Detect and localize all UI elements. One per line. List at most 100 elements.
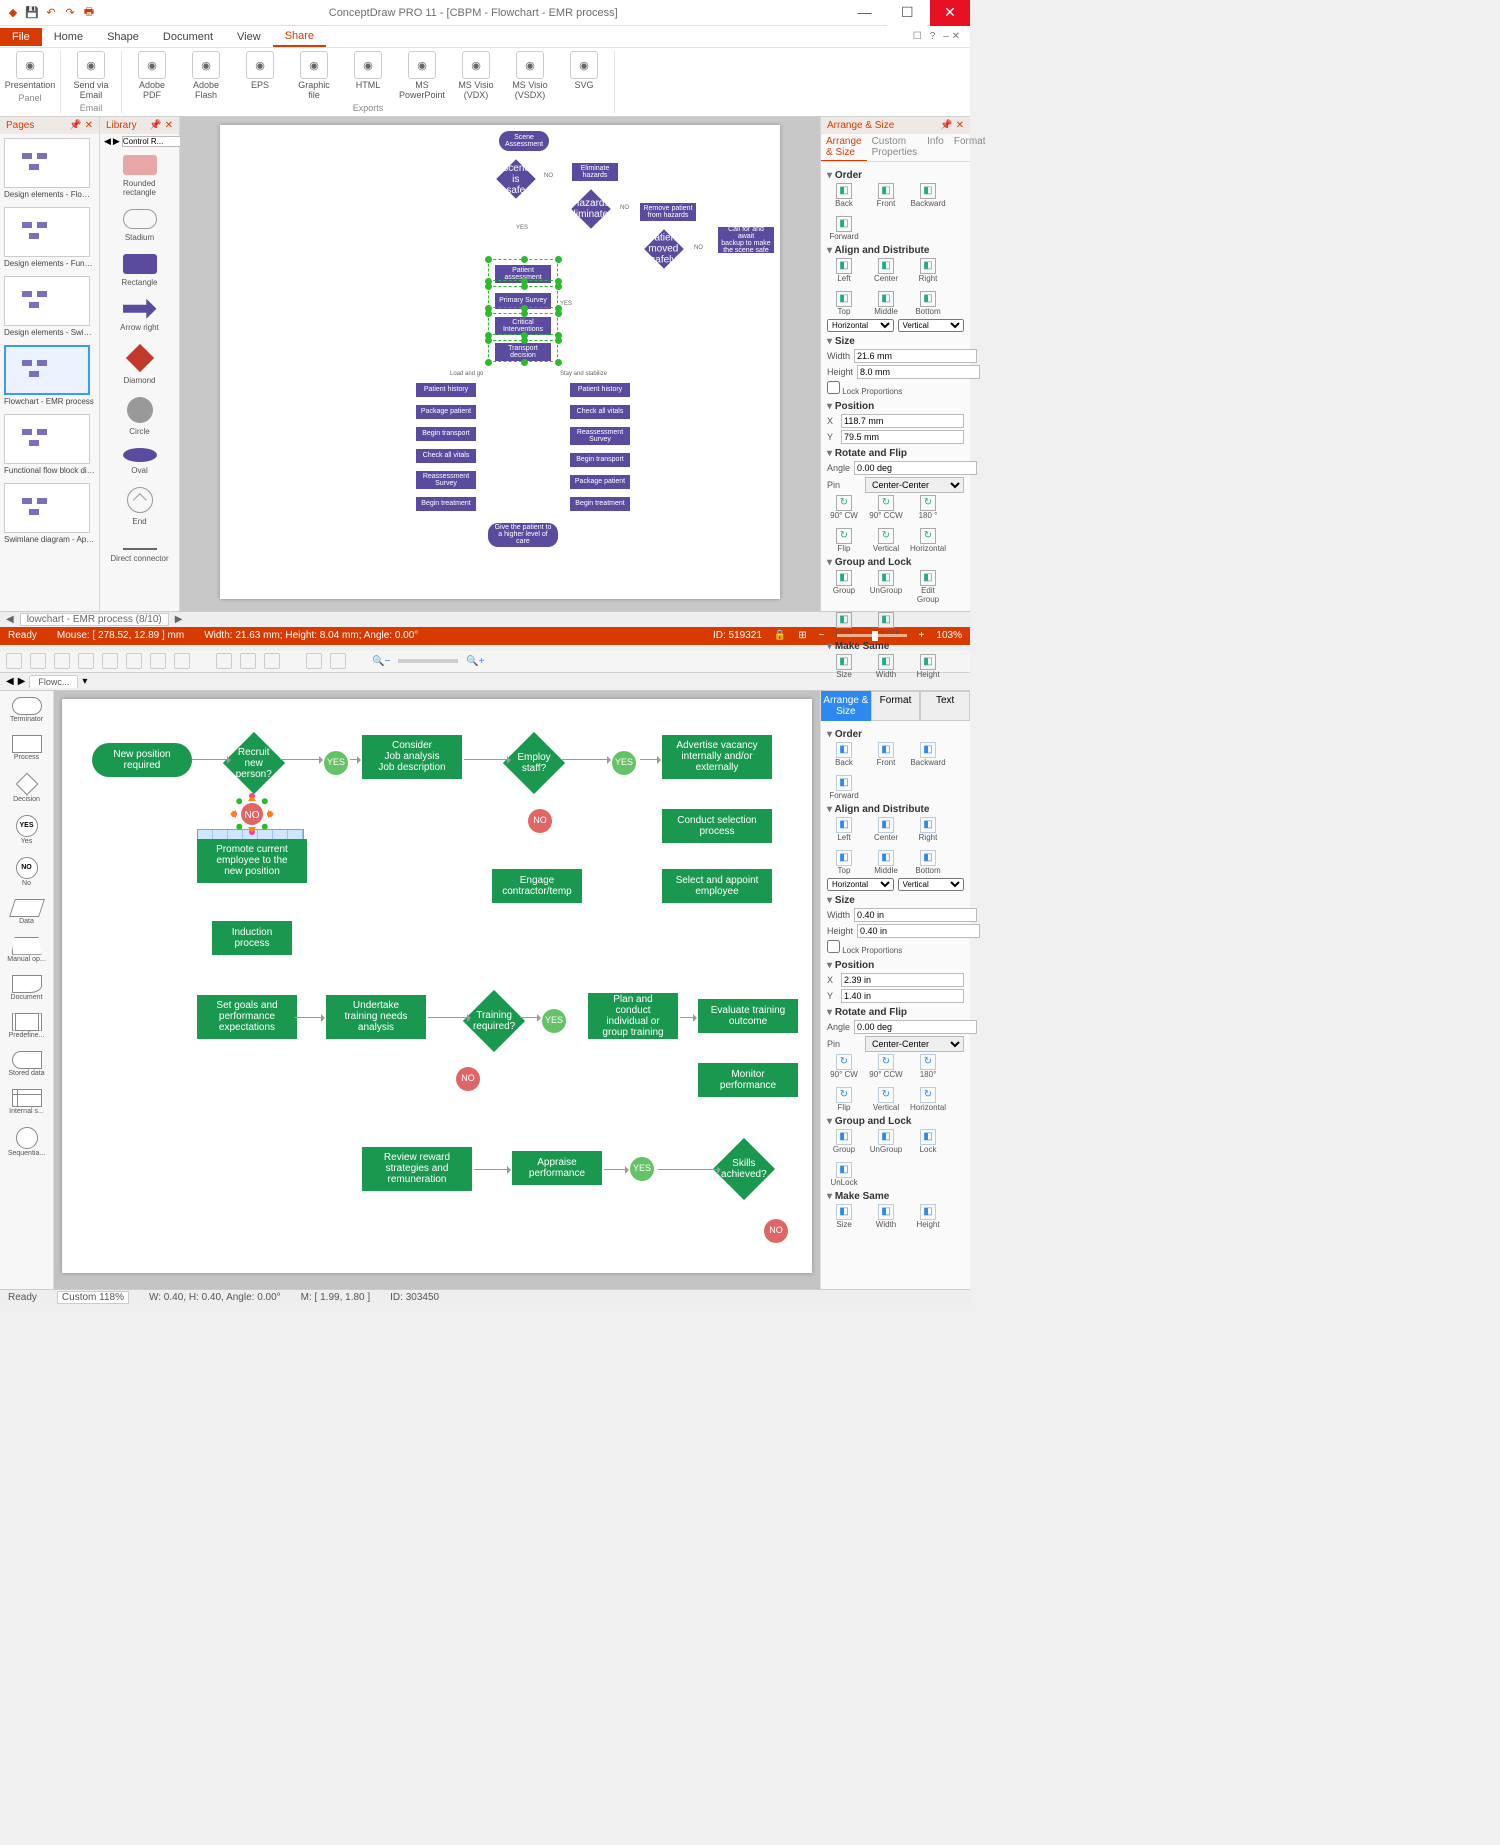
zoom-in-icon[interactable]: + [919,630,925,641]
page-thumb[interactable]: Swimlane diagram - Appr... [0,479,99,548]
lib-circle[interactable]: Circle [100,391,179,442]
page-thumb[interactable]: Design elements - Flow c... [0,134,99,203]
subtab-info[interactable]: Info [922,134,949,161]
hr-node-yes3[interactable]: YES [542,1009,566,1033]
same-width[interactable]: ◧Width [869,1204,903,1229]
subtab-custom[interactable]: Custom Properties [867,134,923,161]
node-end[interactable]: Give the patient toa higher level ofcare [488,523,558,547]
stencil-terminator[interactable]: Terminator [0,691,53,729]
grp-unlock[interactable]: ◧UnLock [827,1162,861,1187]
rot-Flip[interactable]: ↻Flip [827,528,861,553]
hr-node-new-pos[interactable]: New positionrequired [92,743,192,777]
side2-tab-text[interactable]: Text [920,691,970,721]
tool-pen-icon[interactable] [126,653,142,669]
hr-node-eval[interactable]: Evaluate trainingoutcome [698,999,798,1033]
order-backward[interactable]: ◧Backward [911,183,945,208]
node-r2[interactable]: Check all vitals [570,405,630,419]
order-front[interactable]: ◧Front [869,742,903,767]
order-front[interactable]: ◧Front [869,183,903,208]
status2-custom[interactable]: Custom 118% [57,1291,129,1304]
align-left[interactable]: ◧Left [827,817,861,842]
node-l2[interactable]: Package patient [416,405,476,419]
stencil-document[interactable]: Document [0,969,53,1007]
hr-node-consider[interactable]: ConsiderJob analysisJob description [362,735,462,779]
selection-handle[interactable] [488,313,558,335]
hr-node-no2[interactable]: NO [528,809,552,833]
qat-undo-icon[interactable]: ↶ [44,6,58,20]
align-top[interactable]: ◧Top [827,850,861,875]
adobe-pdf-button[interactable]: ◉AdobePDF [128,51,176,101]
lib-nav-back-icon[interactable]: ◀ [104,136,111,147]
doc-tab[interactable]: Flowc... [29,675,78,688]
svg-button[interactable]: ◉SVG [560,51,608,101]
hr-node-yes1[interactable]: YES [324,751,348,775]
height-input[interactable] [857,365,980,379]
order-back[interactable]: ◧Back [827,742,861,767]
rot-Vertical[interactable]: ↻Vertical [869,1087,903,1112]
pin-select[interactable]: Center-Center [865,477,964,493]
hr-node-yes2[interactable]: YES [612,751,636,775]
minimize-button[interactable]: — [844,0,884,25]
stencil-predefine[interactable]: Predefine... [0,1007,53,1045]
hr-node-select[interactable]: Select and appointemployee [662,869,772,903]
adobe-flash-button[interactable]: ◉AdobeFlash [182,51,230,101]
height-input[interactable] [857,924,980,938]
zoom-out-icon[interactable]: − [819,630,825,641]
tool-select-icon[interactable] [6,653,22,669]
align-right[interactable]: ◧Right [911,258,945,283]
hr-node-induct[interactable]: Inductionprocess [212,921,292,955]
align-middle[interactable]: ◧Middle [869,291,903,316]
tool-arc-icon[interactable] [102,653,118,669]
tool-line-icon[interactable] [78,653,94,669]
page-thumb[interactable]: Flowchart - EMR process [0,341,99,410]
grp-ungroup[interactable]: ◧UnGroup [869,1129,903,1154]
same-height[interactable]: ◧Height [911,1204,945,1229]
y-input[interactable] [841,430,964,444]
angle-input[interactable] [854,461,977,475]
node-l5[interactable]: ReassessmentSurvey [416,471,476,489]
rot-180[interactable]: ↻180 ° [911,495,945,520]
order-forward[interactable]: ◧Forward [827,216,861,241]
lib-nav-fwd-icon[interactable]: ▶ [113,136,120,147]
tab-shape[interactable]: Shape [95,28,151,46]
tool-dist-icon[interactable] [264,653,280,669]
stencil-manual-op[interactable]: Manual op... [0,931,53,969]
tool-hand-icon[interactable] [30,653,46,669]
lib-diamond[interactable]: Diamond [100,338,179,391]
hr-node-no-rec[interactable]: NO [222,799,282,829]
hr-node-goals[interactable]: Set goals andperformanceexpectations [197,995,297,1039]
angle-input[interactable] [854,1020,977,1034]
rot-Horizontal[interactable]: ↻Horizontal [911,1087,945,1112]
visio-vdx-button[interactable]: ◉MS Visio(VDX) [452,51,500,101]
status-snap-icon[interactable]: ⊞ [798,630,806,641]
node-l6[interactable]: Begin treatment [416,497,476,511]
stencil-internal[interactable]: Internal s... [0,1083,53,1121]
lib-arrow-right[interactable]: Arrow right [100,293,179,338]
grp-lock[interactable]: ◧Lock [911,1129,945,1154]
lib-rectangle[interactable]: Rectangle [100,248,179,293]
tab-next-icon[interactable]: ▶ [18,676,26,687]
pin-select[interactable]: Center-Center [865,1036,964,1052]
node-r3[interactable]: ReassessmentSurvey [570,427,630,445]
hr-node-review[interactable]: Review rewardstrategies andremuneration [362,1147,472,1191]
visio-vsdx-button[interactable]: ◉MS Visio(VSDX) [506,51,554,101]
lock-prop[interactable] [827,940,840,953]
node-elim-haz[interactable]: Eliminatehazards [572,163,618,181]
lib-direct-connector[interactable]: Direct connector [100,532,179,569]
zoom-slider[interactable] [837,634,907,637]
lock-prop[interactable] [827,381,840,394]
rot-180[interactable]: ↻180° [911,1054,945,1079]
node-r5[interactable]: Package patient [570,475,630,489]
qat-redo-icon[interactable]: ↷ [63,6,77,20]
side2-tab-arrange[interactable]: Arrange & Size [821,691,871,721]
canvas-2[interactable]: New positionrequiredRecruit newperson?YE… [54,691,820,1289]
page-thumb[interactable]: Functional flow block diag... [0,410,99,479]
library-pin-icon[interactable]: 📌 ✕ [149,120,173,131]
hr-node-no4[interactable]: NO [764,1219,788,1243]
tool-group-icon[interactable] [216,653,232,669]
stencil-sequentia[interactable]: Sequentia... [0,1121,53,1163]
grp-group[interactable]: ◧Group [827,1129,861,1154]
grp-group[interactable]: ◧Group [827,570,861,604]
selection-handle[interactable] [488,259,558,281]
zoom-out-icon-2[interactable]: 🔍− [372,656,390,667]
